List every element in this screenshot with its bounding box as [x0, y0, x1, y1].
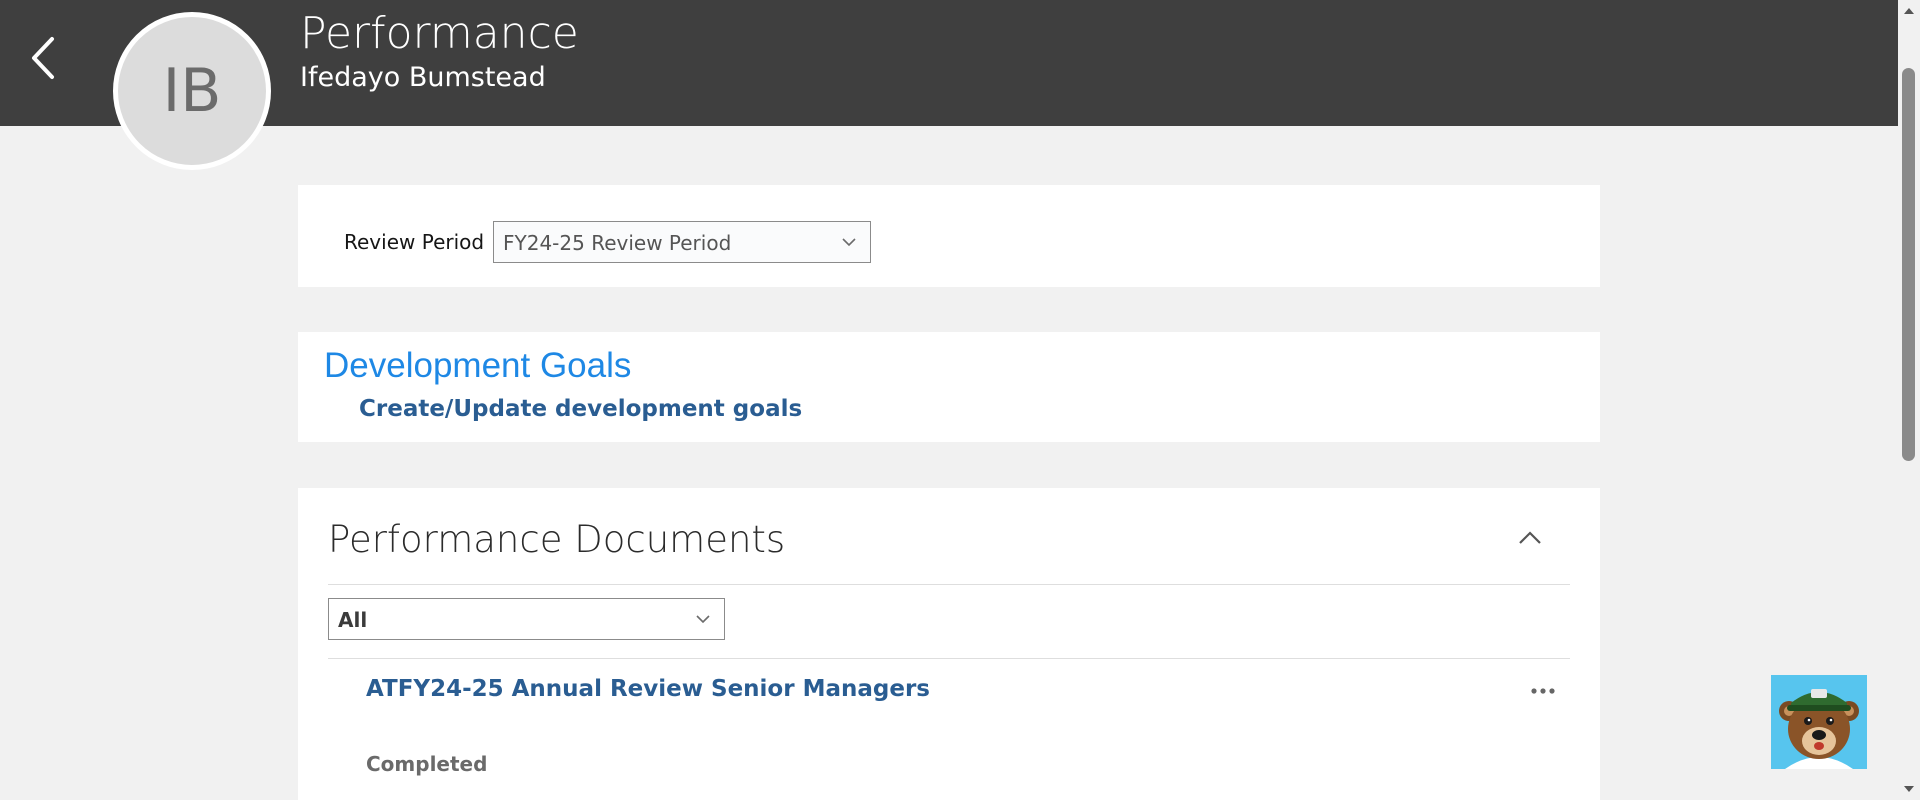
review-period-value: FY24-25 Review Period [503, 231, 732, 255]
scrollbar[interactable] [1898, 0, 1920, 800]
scrollbar-thumb[interactable] [1902, 68, 1915, 461]
scroll-up-icon[interactable] [1903, 6, 1915, 16]
chevron-down-icon [842, 238, 856, 247]
document-filter-value: All [338, 608, 368, 632]
collapse-button[interactable] [1516, 526, 1544, 548]
back-button[interactable] [20, 30, 66, 86]
scroll-down-icon[interactable] [1903, 784, 1915, 794]
employee-name: Ifedayo Bumstead [300, 62, 546, 93]
document-filter-select[interactable]: All [328, 598, 725, 640]
chevron-down-icon [696, 615, 710, 624]
chevron-left-icon [32, 37, 54, 79]
divider [328, 584, 1570, 585]
document-link[interactable]: ATFY24-25 Annual Review Senior Managers [366, 676, 930, 702]
page-title: Performance [300, 8, 579, 59]
performance-documents-card: Performance Documents All ATFY24-25 Annu… [298, 488, 1600, 800]
review-period-card: Review Period FY24-25 Review Period [298, 185, 1600, 287]
bear-assistant-icon [1779, 689, 1859, 769]
more-actions-button[interactable] [1528, 682, 1558, 700]
more-horizontal-icon [1531, 688, 1555, 694]
divider [328, 658, 1570, 659]
assistant-button[interactable] [1771, 675, 1867, 769]
document-status: Completed [366, 752, 488, 776]
chevron-up-icon [1519, 531, 1541, 544]
development-goals-title: Development Goals [324, 346, 632, 385]
review-period-select[interactable]: FY24-25 Review Period [493, 221, 871, 263]
development-goals-card: Development Goals Create/Update developm… [298, 332, 1600, 442]
update-development-goals-link[interactable]: Create/Update development goals [359, 396, 802, 422]
avatar: IB [113, 12, 271, 170]
page-header: Performance Ifedayo Bumstead [0, 0, 1898, 126]
review-period-label: Review Period [344, 230, 485, 254]
performance-documents-title: Performance Documents [328, 518, 786, 561]
